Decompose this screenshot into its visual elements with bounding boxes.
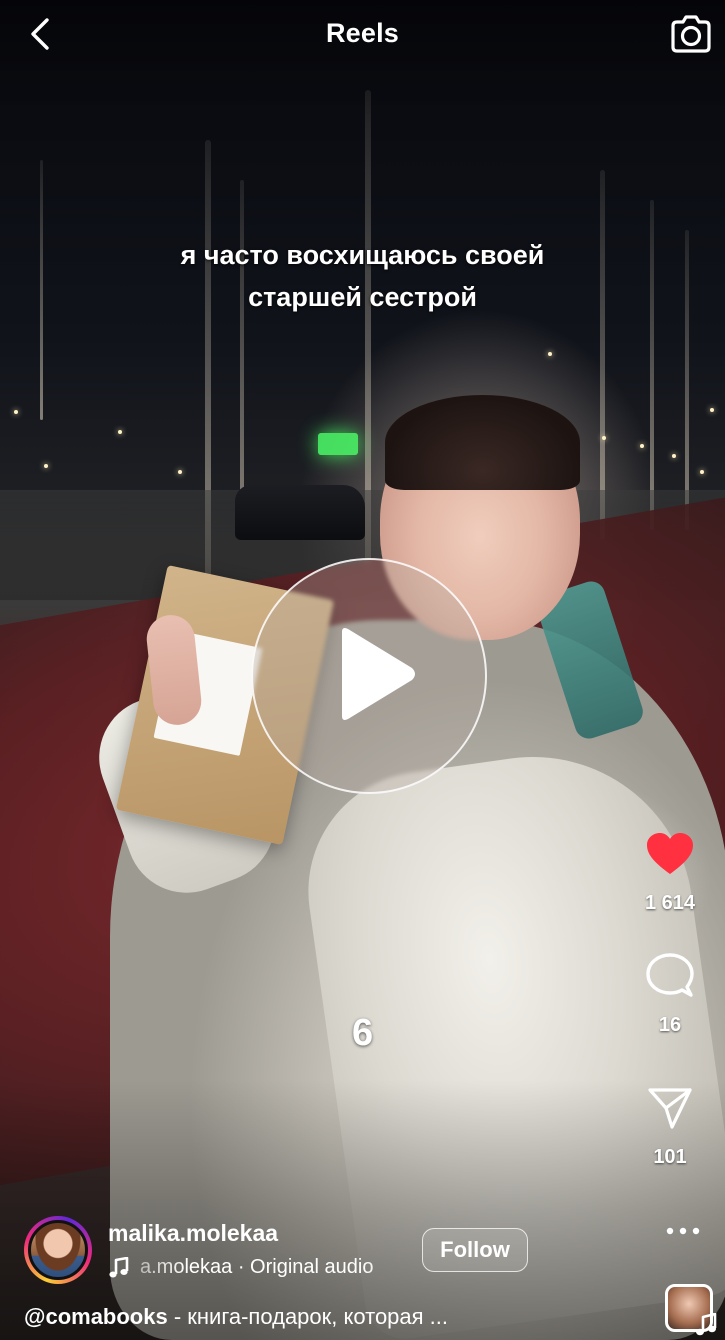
avatar-image xyxy=(28,1220,88,1280)
creator-info: malika.molekaa a.molekaa · Original audi… xyxy=(24,1214,624,1286)
like-action: 1 614 xyxy=(615,828,725,915)
more-options-button[interactable] xyxy=(659,1212,707,1252)
username[interactable]: malika.molekaa xyxy=(108,1220,278,1247)
video-overlay-number: 6 xyxy=(352,1012,374,1054)
description-text: - книга-подарок, которая ... xyxy=(167,1304,449,1329)
reels-screen: Reels я часто восхищаюсь своей старшей с… xyxy=(0,0,725,1340)
comment-button[interactable] xyxy=(642,950,698,1006)
more-dots-icon xyxy=(665,1223,701,1241)
camera-button[interactable] xyxy=(667,12,715,60)
comment-count: 16 xyxy=(658,1014,682,1036)
audio-name: a.molekaa · Original audio xyxy=(140,1256,374,1278)
reel-description[interactable]: @comabooks - книга-подарок, которая ... xyxy=(24,1304,624,1330)
avatar[interactable] xyxy=(24,1216,92,1284)
top-bar: Reels xyxy=(0,0,725,72)
video-caption: я часто восхищаюсь своей старшей сестрой xyxy=(0,234,725,318)
audio-link[interactable]: a.molekaa · Original audio xyxy=(108,1256,402,1279)
play-icon xyxy=(320,626,418,727)
music-note-icon xyxy=(108,1256,130,1279)
comment-action: 16 xyxy=(615,950,725,1037)
video-caption-line-2: старшей сестрой xyxy=(248,282,477,312)
description-mention[interactable]: @comabooks xyxy=(24,1304,168,1329)
follow-button[interactable]: Follow xyxy=(422,1228,528,1272)
share-action: 101 xyxy=(615,1082,725,1169)
camera-icon xyxy=(669,14,713,59)
page-title: Reels xyxy=(325,18,400,48)
heart-icon xyxy=(645,832,695,881)
share-count: 101 xyxy=(653,1146,687,1168)
play-button[interactable] xyxy=(251,558,487,794)
like-button[interactable] xyxy=(642,828,698,884)
audio-thumbnail-music-note-icon xyxy=(693,1312,719,1338)
paper-plane-icon xyxy=(647,1085,693,1136)
share-button[interactable] xyxy=(642,1082,698,1138)
like-count: 1 614 xyxy=(644,892,696,914)
comment-bubble-icon xyxy=(646,952,694,1005)
video-caption-line-1: я часто восхищаюсь своей xyxy=(180,240,545,270)
